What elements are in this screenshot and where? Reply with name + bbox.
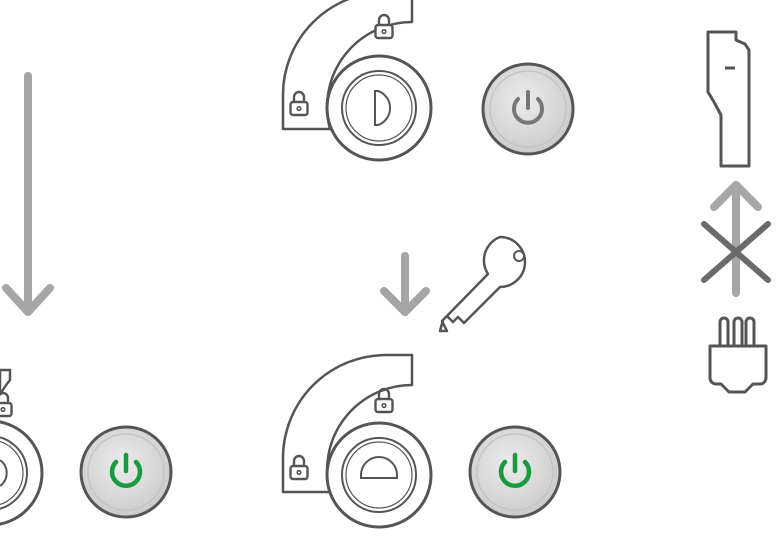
key-icon [438,235,527,333]
lock-sequence-diagram [0,0,771,529]
arrow-down-icon [2,72,54,316]
key-cylinder[interactable] [325,421,433,529]
socket-icon [706,30,751,168]
padlock-icon [374,387,394,414]
power-button[interactable] [481,62,575,156]
key-cylinder[interactable] [325,54,433,162]
plug-icon [708,316,768,394]
power-button[interactable] [468,425,562,519]
arrow-down-icon [380,252,430,316]
power-button[interactable] [79,425,173,519]
lock-panel-bottom-right [281,353,562,529]
lock-plate [0,368,12,396]
lock-panel-top [281,0,575,162]
key-cylinder[interactable] [0,420,44,526]
lock-panel-bottom-left [0,368,173,526]
padlock-icon [0,391,13,418]
